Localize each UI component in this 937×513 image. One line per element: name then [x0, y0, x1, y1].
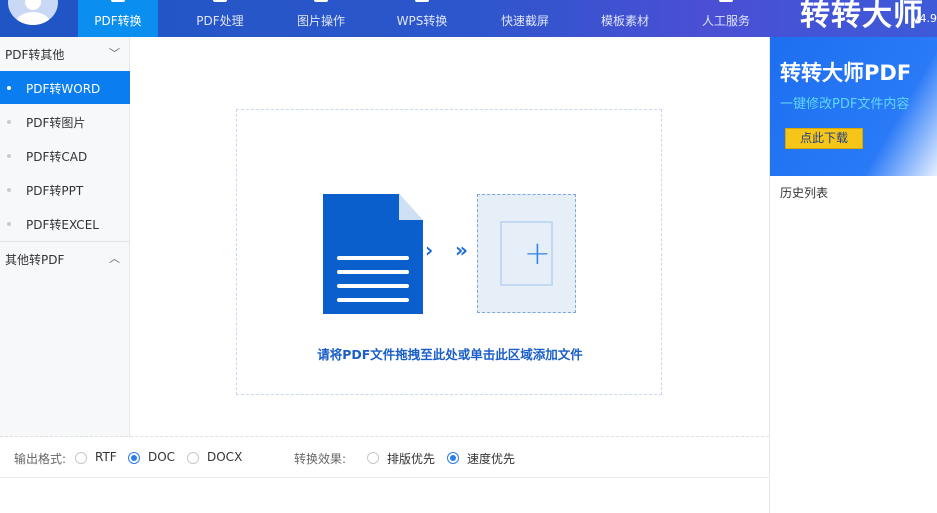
item-label: PDF转PPT — [26, 184, 84, 198]
banner-subtitle: 一键修改PDF文件内容 — [780, 97, 910, 112]
radio-speed-first-label[interactable]: 速度优先 — [467, 450, 515, 467]
tab-screenshot[interactable]: 快速截屏 — [485, 0, 565, 37]
item-label: PDF转EXCEL — [26, 218, 99, 232]
group-pdf-to-other[interactable]: PDF转其他 ﹀ — [0, 37, 130, 71]
sidebar-item-pdf-image[interactable]: PDF转图片 — [0, 105, 130, 138]
app-logo: 转转大师 — [800, 0, 924, 33]
sidebar-item-pdf-ppt[interactable]: PDF转PPT — [0, 173, 130, 206]
chevron-up-icon: ︿ — [109, 252, 120, 265]
format-label: 输出格式: — [14, 452, 67, 466]
tab-image-ops[interactable]: 图片操作 — [281, 0, 361, 37]
radio-layout-first-label[interactable]: 排版优先 — [387, 450, 435, 467]
radio-doc-label[interactable]: DOC — [148, 450, 175, 464]
plus-icon: + — [524, 234, 551, 272]
arrow-right-icon: › — [425, 238, 434, 262]
bullet-icon — [7, 86, 11, 90]
download-button[interactable]: 点此下载 — [785, 128, 863, 149]
top-nav: PDF转换 PDF处理 图片操作 WPS转换 快速截屏 模板素材 人工服务 转转… — [0, 0, 937, 37]
tab-icon — [719, 0, 733, 2]
double-arrow-right-icon: » — [455, 238, 468, 262]
app-version: V4.9 — [912, 12, 937, 25]
file-drop-zone[interactable]: › » + 请将PDF文件拖拽至此处或单击此区域添加文件 — [236, 109, 662, 395]
radio-rtf[interactable] — [75, 452, 87, 464]
banner-title: 转转大师PDF — [780, 61, 912, 85]
tab-icon — [111, 0, 125, 2]
radio-doc[interactable] — [128, 452, 140, 464]
user-avatar[interactable] — [8, 0, 58, 25]
radio-layout-first[interactable] — [367, 452, 379, 464]
bullet-icon — [7, 154, 11, 158]
sidebar-item-pdf-excel[interactable]: PDF转EXCEL — [0, 207, 130, 240]
sidebar-item-pdf-cad[interactable]: PDF转CAD — [0, 139, 130, 172]
bullet-icon — [7, 188, 11, 192]
chevron-down-icon: ﹀ — [109, 47, 120, 60]
item-label: PDF转图片 — [26, 116, 86, 130]
tab-service[interactable]: 人工服务 — [686, 0, 766, 37]
sidebar-item-pdf-word[interactable]: PDF转WORD — [0, 71, 130, 104]
tab-pdf-process[interactable]: PDF处理 — [180, 0, 260, 37]
tab-label: WPS转换 — [396, 14, 448, 28]
sidebar: PDF转其他 ﹀ PDF转WORD PDF转图片 PDF转CAD PDF转PPT … — [0, 37, 130, 437]
tab-label: 图片操作 — [296, 14, 345, 28]
tab-wps-convert[interactable]: WPS转换 — [382, 0, 462, 37]
tab-label: 人工服务 — [701, 14, 750, 28]
history-list-title: 历史列表 — [780, 186, 829, 200]
radio-docx-label[interactable]: DOCX — [207, 450, 242, 464]
document-fold — [399, 194, 423, 220]
group-other-to-pdf[interactable]: 其他转PDF ︿ — [0, 241, 130, 275]
tab-pdf-convert[interactable]: PDF转换 — [78, 0, 158, 37]
tab-icon — [314, 0, 328, 2]
tab-label: PDF转换 — [94, 14, 142, 28]
effect-label: 转换效果: — [294, 452, 347, 466]
tab-label: PDF处理 — [196, 14, 244, 28]
drop-hint: 请将PDF文件拖拽至此处或单击此区域添加文件 — [317, 347, 583, 362]
right-panel: 转转大师PDF 一键修改PDF文件内容 点此下载 历史列表 — [769, 37, 937, 513]
tab-templates[interactable]: 模板素材 — [585, 0, 665, 37]
radio-docx[interactable] — [187, 452, 199, 464]
bullet-icon — [7, 222, 11, 226]
tab-label: 快速截屏 — [500, 14, 549, 28]
radio-rtf-label[interactable]: RTF — [95, 450, 117, 464]
options-bar: 输出格式: RTF DOC DOCX 转换效果: 排版优先 速度优先 — [0, 436, 769, 478]
group-label: PDF转其他 — [5, 48, 65, 62]
group-label: 其他转PDF — [5, 253, 65, 267]
tab-icon — [213, 0, 227, 2]
add-file-target[interactable]: + — [477, 194, 576, 313]
item-label: PDF转CAD — [26, 150, 88, 164]
bullet-icon — [7, 120, 11, 124]
item-label: PDF转WORD — [26, 82, 101, 96]
promo-banner[interactable]: 转转大师PDF 一键修改PDF文件内容 点此下载 — [770, 37, 937, 176]
tab-icon — [415, 0, 429, 2]
radio-speed-first[interactable] — [447, 452, 459, 464]
tab-label: 模板素材 — [600, 14, 649, 28]
